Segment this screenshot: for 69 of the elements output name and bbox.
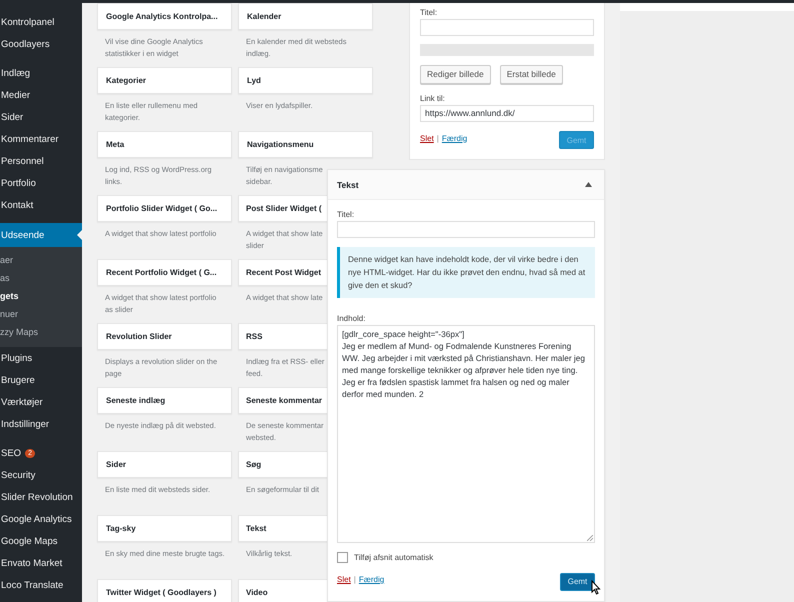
menu-item[interactable]: Indstillinger <box>0 413 82 435</box>
notice-message: Denne widget kan have indeholdt kode, der vil virke bedre i den nye HTML-widget. Har du ikke prøvet den endnu, hvad så med at give den et skud? <box>337 247 595 298</box>
widget-card[interactable]: Kalender <box>238 3 373 30</box>
field-label: Titel: <box>337 210 354 219</box>
menu-item[interactable]: Portfolio <box>0 172 82 194</box>
secondary-button[interactable]: Rediger billede <box>420 64 491 84</box>
field-label: Link til: <box>420 94 445 103</box>
done-link[interactable]: Færdig <box>358 575 384 584</box>
menu-item[interactable]: Indlæg <box>0 62 82 84</box>
menu-item[interactable]: Brugere <box>0 369 82 391</box>
menu-item[interactable]: Slider Revolution <box>0 486 82 508</box>
menu-item[interactable]: Kontrolpanel <box>0 11 82 33</box>
menu-item[interactable]: Plugins <box>0 347 82 369</box>
widget-card[interactable]: Meta <box>97 131 232 158</box>
widget-card[interactable]: Søg <box>238 451 327 478</box>
widget-card[interactable]: Revolution Slider <box>97 323 232 350</box>
submenu-item[interactable]: as <box>0 269 82 287</box>
mouse-cursor-icon <box>591 580 601 595</box>
content-textarea[interactable]: [gdlr_core_space height="-36px"] Jeg er medlem af Mund- og Fodmalende Kunstneres Forening WW. Jeg arbejder i mit værksted på Christianshavn. Her maler jeg med mange forskellige teknikker og afprøver hele tiden nye ting. Jeg er fra fødslen spastisk lammet fra halsen og ned og maler derfor med munden. 2 <box>337 325 595 543</box>
widget-card[interactable]: Portfolio Slider Widget ( Go... <box>97 195 232 222</box>
widget-card[interactable]: Twitter Widget ( Goodlayers ) <box>97 579 232 602</box>
widget-card[interactable]: Tag-sky <box>97 515 232 542</box>
field-label: Titel: <box>420 8 438 17</box>
input-field[interactable] <box>337 221 595 238</box>
menu-item[interactable]: Google Maps <box>0 530 82 552</box>
input-field[interactable] <box>420 19 594 36</box>
menu-item[interactable]: Sider <box>0 106 82 128</box>
submenu-item[interactable]: gets <box>0 287 82 305</box>
menu-item[interactable]: Kommentarer <box>0 128 82 150</box>
widget-card[interactable]: Google Analytics Kontrolpa... <box>97 3 232 30</box>
menu-item[interactable]: Security <box>0 464 82 486</box>
menu-item[interactable]: Goodlayers <box>0 33 82 55</box>
widget-card[interactable]: Seneste indlæg <box>97 387 232 414</box>
menu-item[interactable]: Loco Translate <box>0 574 82 596</box>
input-field[interactable]: https://www.annlund.dk/ <box>420 104 594 122</box>
checkbox-label: Tilføj afsnit automatisk <box>354 553 434 562</box>
widget-card[interactable]: Navigationsmenu <box>238 131 373 158</box>
widget-card[interactable]: RSS <box>238 323 327 350</box>
widget-card[interactable]: Video <box>238 579 327 602</box>
menu-item[interactable]: Medier <box>0 84 82 106</box>
separator-text: | <box>436 134 439 143</box>
checkbox[interactable] <box>337 552 348 563</box>
menu-item[interactable]: Personnel <box>0 150 82 172</box>
menu-item[interactable]: Google Analytics <box>0 508 82 530</box>
widget-card[interactable]: Tekst <box>238 515 327 542</box>
done-link[interactable]: Færdig <box>442 134 468 143</box>
menu-item[interactable]: Kontakt <box>0 194 82 216</box>
widget-card[interactable]: Kategorier <box>97 67 232 94</box>
current-marker-icon <box>77 230 82 240</box>
widget-card[interactable]: Recent Portfolio Widget ( G... <box>97 259 232 286</box>
submenu-item[interactable]: nuer <box>0 305 82 323</box>
widget-header[interactable]: Tekst <box>328 170 604 200</box>
submenu-item[interactable]: aer <box>0 251 82 269</box>
menu-item[interactable]: Værktøjer <box>0 391 82 413</box>
menu-item[interactable]: Envato Market <box>0 552 82 574</box>
widget-card[interactable]: Recent Post Widget <box>238 259 327 286</box>
resize-grip-icon <box>587 535 593 541</box>
widget-card[interactable]: Post Slider Widget ( <box>238 195 327 222</box>
separator-text: | <box>354 575 356 584</box>
widget-card[interactable]: Lyd <box>238 67 373 94</box>
widget-title: Tekst <box>337 180 359 190</box>
widget-card[interactable]: Seneste kommentar <box>238 387 327 414</box>
submenu-item[interactable]: zzy Maps <box>0 323 82 341</box>
menu-item[interactable]: Udseende <box>0 223 82 247</box>
delete-link[interactable]: Slet <box>420 134 434 143</box>
delete-link[interactable]: Slet <box>337 575 351 584</box>
field-label: Indhold: <box>337 314 366 323</box>
widget-card[interactable]: Sider <box>97 451 232 478</box>
secondary-button[interactable]: Erstat billede <box>500 64 563 84</box>
